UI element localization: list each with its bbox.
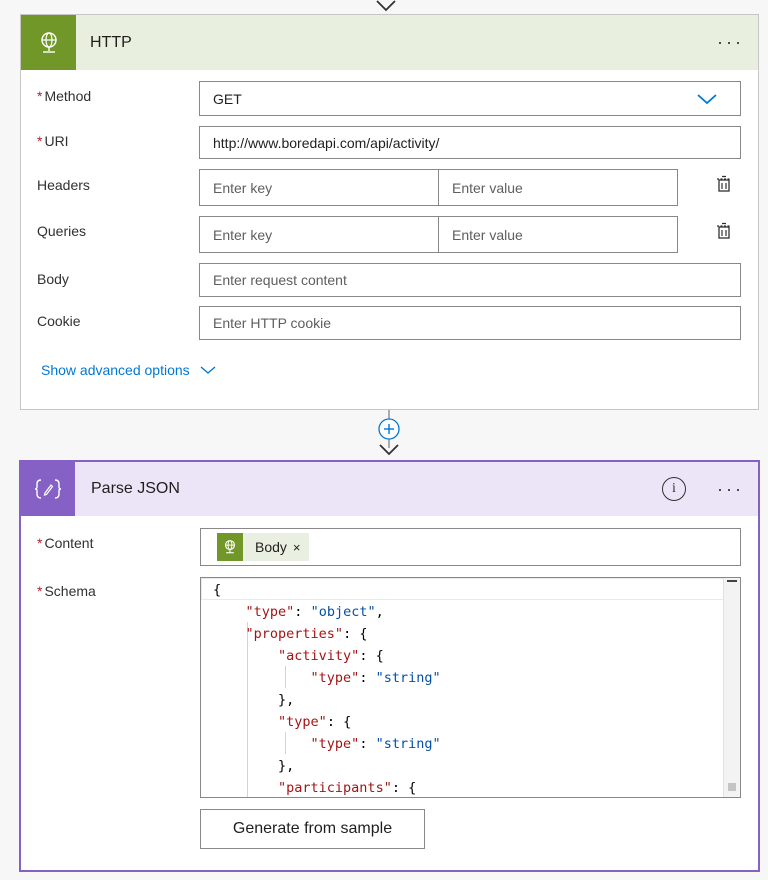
- code-line: "activity": {: [213, 645, 725, 667]
- code-line: "participants": {: [213, 777, 725, 797]
- code-token: "string": [375, 670, 441, 686]
- delete-icon[interactable]: [715, 175, 733, 193]
- parse-json-action-card[interactable]: Parse JSON i ··· * Content Body × * Schema: [19, 460, 760, 872]
- queries-value-input[interactable]: Enter value: [438, 216, 678, 253]
- code-token: ,: [375, 604, 384, 620]
- more-options-icon[interactable]: ···: [717, 479, 744, 500]
- code-token: "object": [310, 604, 376, 620]
- token-label: Body: [255, 539, 287, 555]
- code-line: "type": "object",: [213, 601, 725, 623]
- http-card-header[interactable]: HTTP ···: [21, 15, 758, 70]
- info-icon[interactable]: i: [662, 477, 686, 501]
- code-line: {: [213, 579, 725, 601]
- insert-step-icon[interactable]: [373, 410, 405, 460]
- headers-key-input[interactable]: Enter key: [199, 169, 439, 206]
- code-line: },: [213, 755, 725, 777]
- more-options-icon[interactable]: ···: [717, 32, 744, 53]
- editor-scrollbar[interactable]: [723, 578, 740, 797]
- method-select[interactable]: GET: [199, 81, 741, 116]
- code-token: "properties": [245, 626, 344, 642]
- parse-json-icon: [21, 462, 75, 516]
- code-token: :: [359, 736, 376, 752]
- http-card-title: HTTP: [90, 33, 132, 51]
- parse-json-card-title: Parse JSON: [91, 480, 180, 497]
- code-token: "string": [375, 736, 441, 752]
- cookie-input[interactable]: Enter HTTP cookie: [199, 306, 741, 340]
- queries-label: Queries: [37, 223, 87, 239]
- headers-value-input[interactable]: Enter value: [438, 169, 678, 206]
- code-line: "properties": {: [213, 623, 725, 645]
- code-token: "type": [245, 604, 295, 620]
- advanced-options-label: Show advanced options: [41, 362, 190, 378]
- body-label: Body: [37, 271, 69, 287]
- body-token[interactable]: Body ×: [217, 533, 309, 561]
- globe-icon: [217, 533, 243, 561]
- code-token: },: [213, 758, 295, 774]
- code-token: : {: [391, 780, 417, 796]
- connector-arrow-icon: [376, 0, 396, 12]
- code-line: "type": "string": [213, 667, 725, 689]
- code-token: : {: [326, 714, 352, 730]
- http-action-card[interactable]: HTTP ··· * Method GET * URI http://www.bor…: [20, 14, 759, 410]
- code-line: },: [213, 689, 725, 711]
- code-token: },: [213, 692, 295, 708]
- code-line: "type": {: [213, 711, 725, 733]
- code-token: "type": [310, 670, 360, 686]
- method-value: GET: [213, 90, 242, 107]
- schema-editor[interactable]: { "type": "object", "properties": { "act…: [200, 577, 741, 798]
- uri-label: * URI: [37, 133, 69, 149]
- code-token: "activity": [278, 648, 360, 664]
- body-input[interactable]: Enter request content: [199, 263, 741, 297]
- queries-key-input[interactable]: Enter key: [199, 216, 439, 253]
- code-token: : {: [343, 626, 368, 642]
- scrollbar-thumb[interactable]: [727, 580, 737, 582]
- code-token: "type": [310, 736, 360, 752]
- chevron-down-icon: [697, 94, 717, 105]
- content-input[interactable]: Body ×: [200, 528, 741, 566]
- code-token: {: [213, 582, 222, 598]
- delete-icon[interactable]: [715, 222, 733, 240]
- uri-input[interactable]: http://www.boredapi.com/api/activity/: [199, 126, 741, 159]
- generate-from-sample-button[interactable]: Generate from sample: [200, 809, 425, 849]
- code-token: : {: [359, 648, 384, 664]
- parse-json-card-header[interactable]: Parse JSON i ···: [21, 462, 758, 516]
- schema-label: * Schema: [37, 583, 96, 599]
- code-token: "type": [278, 714, 327, 730]
- code-line: "type": "string": [213, 733, 725, 755]
- chevron-down-icon: [200, 366, 216, 374]
- scrollbar-corner: [728, 783, 736, 791]
- show-advanced-options-link[interactable]: Show advanced options: [41, 362, 216, 378]
- globe-icon: [21, 15, 76, 70]
- headers-label: Headers: [37, 177, 90, 193]
- code-token: :: [294, 604, 311, 620]
- code-token: "participants": [278, 780, 392, 796]
- code-token: :: [359, 670, 376, 686]
- content-label: * Content: [37, 535, 94, 551]
- remove-token-icon[interactable]: ×: [293, 540, 309, 555]
- method-label: * Method: [37, 88, 92, 104]
- cookie-label: Cookie: [37, 313, 81, 329]
- schema-code[interactable]: { "type": "object", "properties": { "act…: [201, 578, 725, 797]
